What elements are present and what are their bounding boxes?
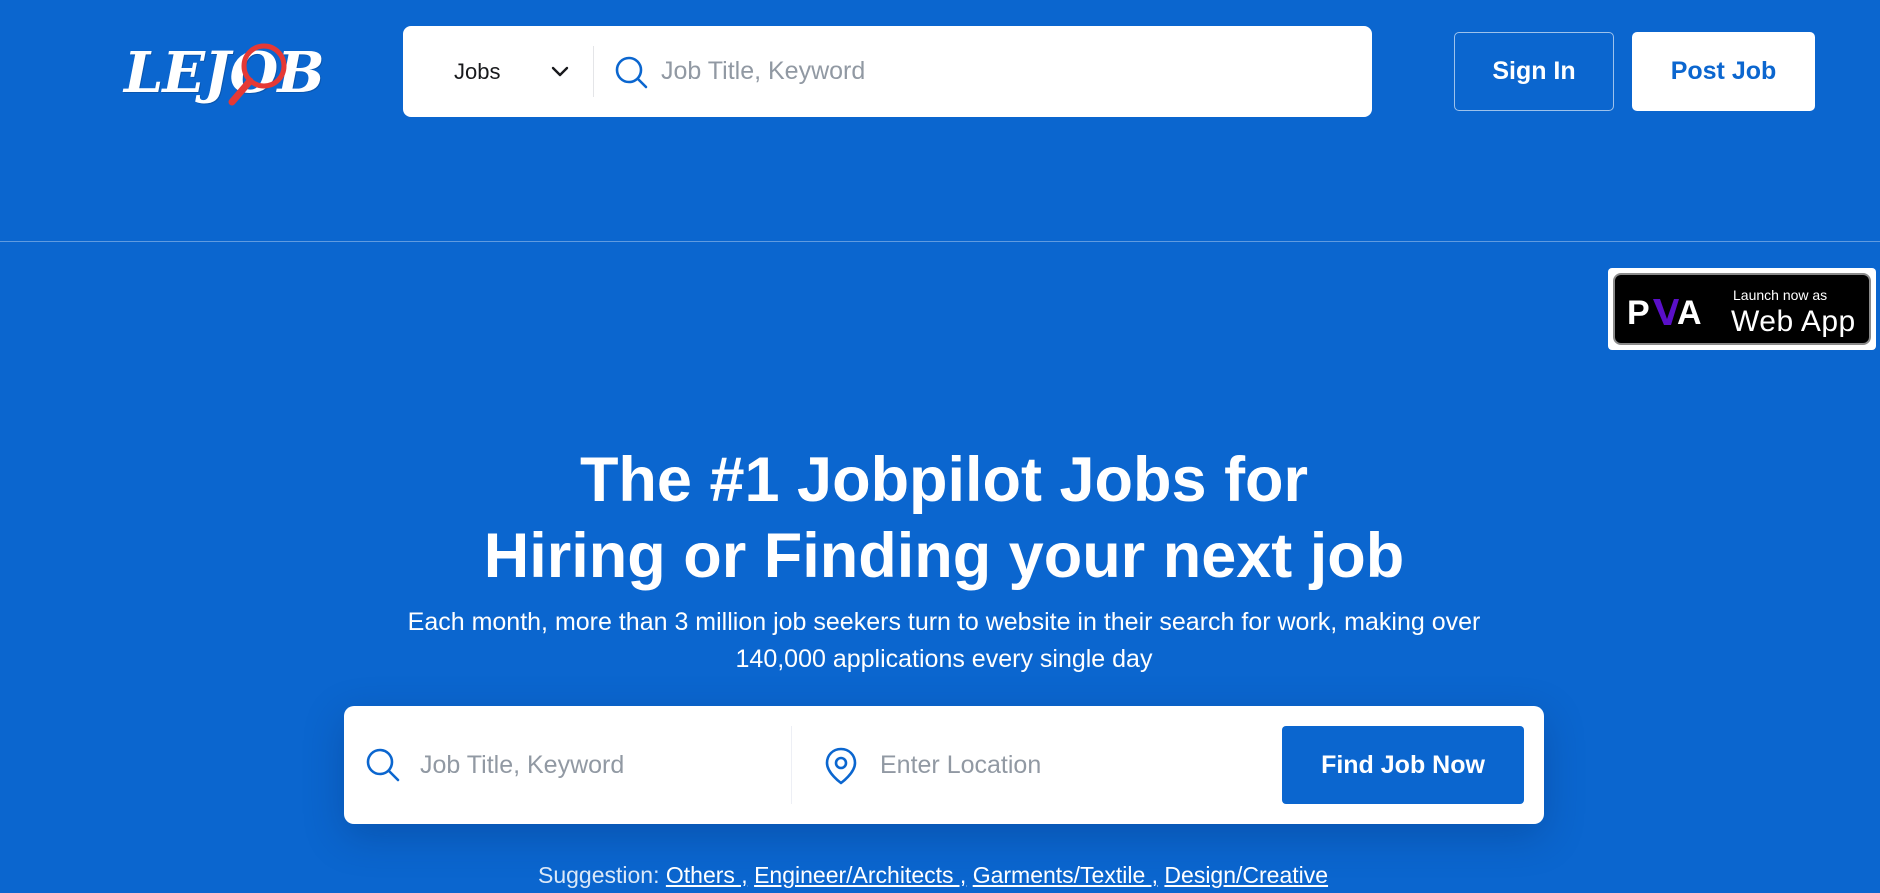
map-pin-icon [825, 747, 857, 785]
chevron-down-icon [551, 66, 569, 77]
find-job-button[interactable]: Find Job Now [1282, 726, 1524, 804]
job-search-panel: Find Job Now [344, 706, 1544, 824]
search-icon [615, 56, 648, 89]
header: LEJOB Jobs Sign In Post Job [0, 0, 1880, 242]
pwa-big-text: Web App [1731, 305, 1856, 338]
logo-text: LEJOB [124, 40, 325, 106]
sign-in-button[interactable]: Sign In [1454, 32, 1614, 111]
hero-title-line2: Hiring or Finding your next job [483, 521, 1405, 591]
pwa-launch-badge[interactable]: P A Launch now as Web App [1608, 268, 1876, 350]
suggestion-link-engineer-architects[interactable]: Engineer/Architects , [754, 862, 966, 888]
search-panel-divider [791, 726, 792, 804]
location-input[interactable] [880, 706, 1260, 824]
post-job-button[interactable]: Post Job [1632, 32, 1815, 111]
search-icon [366, 748, 400, 782]
suggestions-row: Suggestion: Others , Engineer/Architects… [538, 862, 1538, 889]
pwa-small-text: Launch now as [1733, 287, 1828, 303]
hero-subtitle: Each month, more than 3 million job seek… [407, 608, 1481, 673]
keyword-input[interactable] [420, 706, 770, 824]
hero-title-bold: #1 Jobpilot Jobs [709, 445, 1207, 515]
site-logo[interactable]: LEJOB [120, 36, 325, 116]
hero-title-part2: for [1206, 445, 1309, 515]
hero-title-part1: The [579, 445, 710, 515]
category-select-value: Jobs [454, 59, 501, 84]
suggestion-link-garments-textile[interactable]: Garments/Textile , [973, 862, 1158, 888]
svg-text:A: A [1677, 295, 1702, 329]
header-search-bar: Jobs [403, 26, 1372, 117]
header-search-input[interactable] [661, 26, 1351, 117]
suggestion-link-design-creative[interactable]: Design/Creative [1164, 862, 1328, 888]
suggestion-link-others[interactable]: Others , [666, 862, 748, 888]
search-divider [593, 46, 594, 97]
pwa-logo-icon: P A [1627, 295, 1702, 329]
pwa-badge-inner: P A Launch now as Web App [1613, 273, 1871, 345]
svg-text:P: P [1627, 295, 1650, 329]
category-select[interactable]: Jobs [403, 26, 591, 117]
hero-title: The #1 Jobpilot Jobs for Hiring or Findi… [0, 442, 1880, 594]
suggestion-label: Suggestion: [538, 862, 666, 888]
